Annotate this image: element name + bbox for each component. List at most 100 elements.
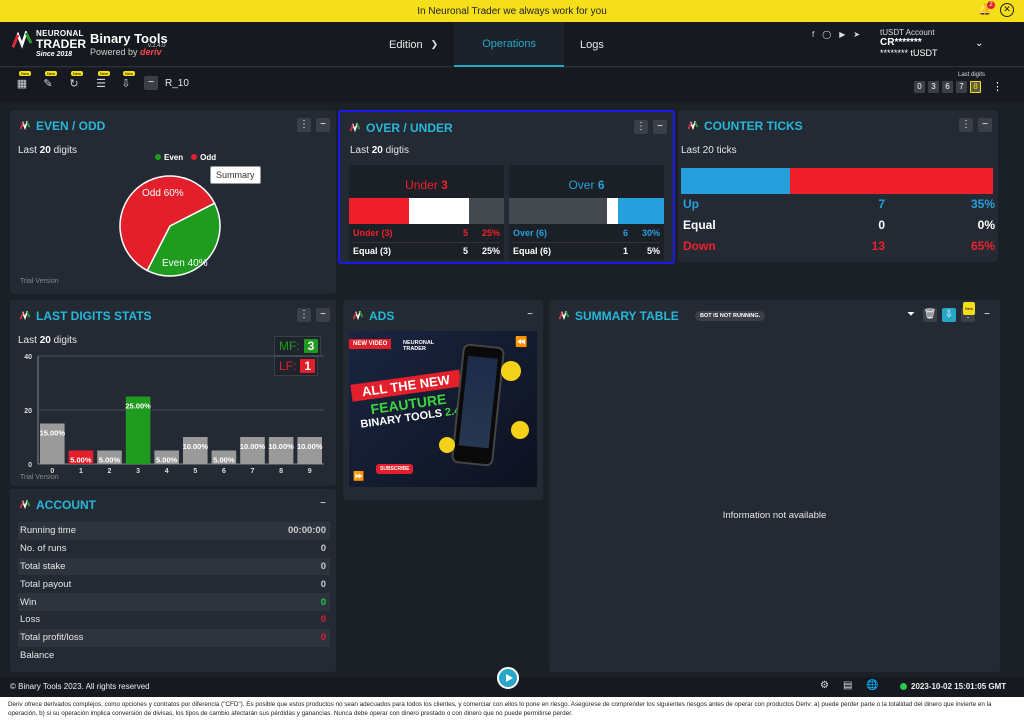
telegram-icon[interactable]: ➤ bbox=[853, 30, 860, 39]
logo-mark-icon bbox=[350, 123, 360, 133]
notification-bell-icon[interactable]: 🔔 2 bbox=[978, 1, 995, 17]
chart-data-label: 5.00% bbox=[70, 456, 92, 465]
ad-video-thumbnail[interactable]: NEW VIDEO NEURONAL TRADER ALL THE NEW FE… bbox=[349, 331, 537, 487]
chart-data-label: 5.00% bbox=[156, 456, 178, 465]
account-row: No. of runs 0 bbox=[20, 543, 326, 555]
empty-state: Information not available bbox=[722, 510, 827, 521]
neuronal-trader-logo[interactable]: NEURONAL TRADER Since 2018 bbox=[11, 29, 86, 59]
over-under-title: OVER / UNDER bbox=[350, 121, 453, 135]
account-row: Win 0 bbox=[18, 593, 330, 611]
panel-menu-button[interactable]: ⋮ bbox=[297, 118, 311, 132]
panel-menu-button[interactable]: ⋮New bbox=[961, 302, 976, 322]
nav-logs[interactable]: Logs bbox=[564, 22, 620, 67]
panel-menu-button[interactable]: ⋮ bbox=[959, 118, 973, 132]
panel-minimize-button[interactable]: − bbox=[980, 308, 994, 322]
copyright: © Binary Tools 2023. All rights reserved bbox=[10, 682, 150, 691]
ad-tag: NEW VIDEO bbox=[349, 339, 392, 349]
ticks-row-down: Down 13 65% bbox=[683, 239, 995, 253]
ad-brand: NEURONAL TRADER bbox=[403, 340, 435, 352]
counter-ticks-panel: COUNTER TICKS ⋮ − Last 20 ticks Up 7 35%… bbox=[678, 110, 998, 262]
ticks-up-fill bbox=[681, 168, 791, 194]
panel-minimize-button[interactable]: − bbox=[653, 120, 667, 134]
chart-xtick-label: 2 bbox=[108, 468, 112, 475]
panel-minimize-button[interactable]: − bbox=[523, 308, 537, 322]
status-dot-icon bbox=[900, 683, 907, 690]
run-bot-button[interactable] bbox=[497, 667, 519, 689]
chart-data-label: 25.00% bbox=[125, 402, 151, 411]
facebook-icon[interactable]: f bbox=[812, 30, 814, 39]
panel-minimize-button[interactable]: − bbox=[316, 308, 330, 322]
download-icon[interactable]: ⇩ New bbox=[118, 71, 136, 91]
emoji-icon bbox=[501, 361, 521, 381]
panel-menu-button[interactable]: ⋮ bbox=[634, 120, 648, 134]
last-digit: 3 bbox=[928, 81, 939, 93]
over-under-panel: OVER / UNDER ⋮ − Last 20 digtis Under 3 … bbox=[338, 110, 675, 264]
under-equal-row: Equal (3) 5 25% bbox=[353, 242, 500, 258]
over-row: Over (6) 6 30% bbox=[513, 228, 660, 238]
panel-menu-button[interactable]: ⋮ bbox=[297, 308, 311, 322]
close-banner-icon[interactable]: ✕ bbox=[1000, 3, 1014, 17]
nav-edition[interactable]: Edition ❯ bbox=[373, 22, 454, 67]
more-vertical-icon[interactable]: ⋮ bbox=[992, 80, 1003, 93]
binary-tools-logo: Binary Tools v.2.4.0 Powered by deriv bbox=[90, 31, 168, 57]
last-digit: 6 bbox=[942, 81, 953, 93]
over-box: Over 6 Over (6) 6 30% Equal (6) 1 5% bbox=[509, 165, 664, 260]
panel-minimize-button[interactable]: − bbox=[316, 118, 330, 132]
notification-count: 2 bbox=[987, 1, 995, 9]
risk-disclaimer: Deriv ofrece derivados complejos, como o… bbox=[0, 697, 1024, 726]
account-row: Total stake 0 bbox=[18, 557, 330, 576]
digit-stats-chart: 0204015.00%05.00%15.00%225.00%35.00%410.… bbox=[24, 354, 324, 475]
panel-minimize-button[interactable]: − bbox=[316, 497, 330, 511]
edit-icon[interactable]: ✎ New bbox=[40, 71, 58, 91]
even-odd-subtitle: Last 20 digits bbox=[18, 145, 77, 156]
over-equal-bar-fill bbox=[606, 198, 618, 224]
nav-operations[interactable]: Operations bbox=[454, 22, 564, 67]
account-row: Balance bbox=[20, 649, 55, 661]
account-switcher[interactable]: tUSDT Account CR******* ******** tUSDT bbox=[880, 28, 938, 58]
trash-icon[interactable]: 🗑 bbox=[923, 308, 937, 322]
summary-table-title: SUMMARY TABLE bbox=[559, 309, 679, 323]
pie-label-odd: Odd 60% bbox=[142, 188, 184, 199]
logo-line3: Since 2018 bbox=[36, 51, 73, 58]
under-bar-fill bbox=[349, 198, 410, 224]
rewind-icon: ⏪ bbox=[515, 337, 528, 348]
notes-icon[interactable]: ▤ bbox=[843, 680, 852, 691]
last-digit: 7 bbox=[956, 81, 967, 93]
summary-table-panel: SUMMARY TABLE BOT IS NOT RUNNING. ⏷ 🗑 ⇩ … bbox=[549, 300, 1000, 672]
even-odd-title: EVEN / ODD bbox=[20, 119, 105, 133]
chart-ytick-label: 0 bbox=[28, 462, 32, 469]
blocks-icon[interactable]: ▦ New bbox=[14, 71, 32, 91]
download-icon[interactable]: ⇩ bbox=[942, 308, 956, 322]
chevron-down-icon: ❯ bbox=[430, 39, 439, 49]
digits-stats-subtitle: Last 20 digits bbox=[18, 335, 77, 346]
last-digits-stats-title: LAST DIGITS STATS bbox=[20, 309, 152, 323]
collapse-button[interactable]: − bbox=[144, 76, 158, 90]
logo-mark-icon bbox=[20, 121, 30, 131]
account-row: Total profit/loss 0 bbox=[18, 628, 330, 647]
bot-status-badge: BOT IS NOT RUNNING. bbox=[695, 311, 766, 321]
app-header: NEURONAL TRADER Since 2018 Binary Tools … bbox=[0, 22, 1024, 67]
youtube-icon[interactable]: ▶ bbox=[839, 30, 845, 39]
under-equal-bar-fill bbox=[409, 198, 470, 224]
account-table: Running time 00:00:00 No. of runs 0 Total … bbox=[18, 522, 330, 664]
over-bar-fill bbox=[617, 198, 664, 224]
account-chevron-down-icon[interactable]: ⌄ bbox=[975, 38, 983, 49]
chart-data-label: 10.00% bbox=[240, 442, 266, 451]
server-time: 2023-10-02 15:01:05 GMT bbox=[900, 682, 1006, 691]
filter-icon[interactable]: ⏷ bbox=[904, 308, 918, 322]
account-balance: ******** tUSDT bbox=[880, 48, 938, 58]
trial-version-label: Trial Version bbox=[20, 278, 59, 285]
panel-minimize-button[interactable]: − bbox=[978, 118, 992, 132]
ticks-row-equal: Equal 0 0% bbox=[683, 218, 995, 232]
logo-mark-icon bbox=[559, 311, 569, 321]
account-id: CR******* bbox=[880, 37, 922, 48]
sliders-icon[interactable]: ☰ New bbox=[93, 71, 111, 91]
globe-icon[interactable]: 🌐 bbox=[866, 680, 878, 691]
emoji-icon bbox=[511, 421, 529, 439]
instagram-icon[interactable]: ◯ bbox=[822, 30, 831, 39]
history-icon[interactable]: ↻ New bbox=[66, 71, 84, 91]
counter-ticks-subtitle: Last 20 ticks bbox=[681, 145, 737, 156]
account-row: Loss 0 bbox=[20, 614, 326, 626]
settings-icon[interactable]: ⚙ bbox=[820, 680, 829, 691]
account-row: Running time 00:00:00 bbox=[18, 522, 330, 540]
